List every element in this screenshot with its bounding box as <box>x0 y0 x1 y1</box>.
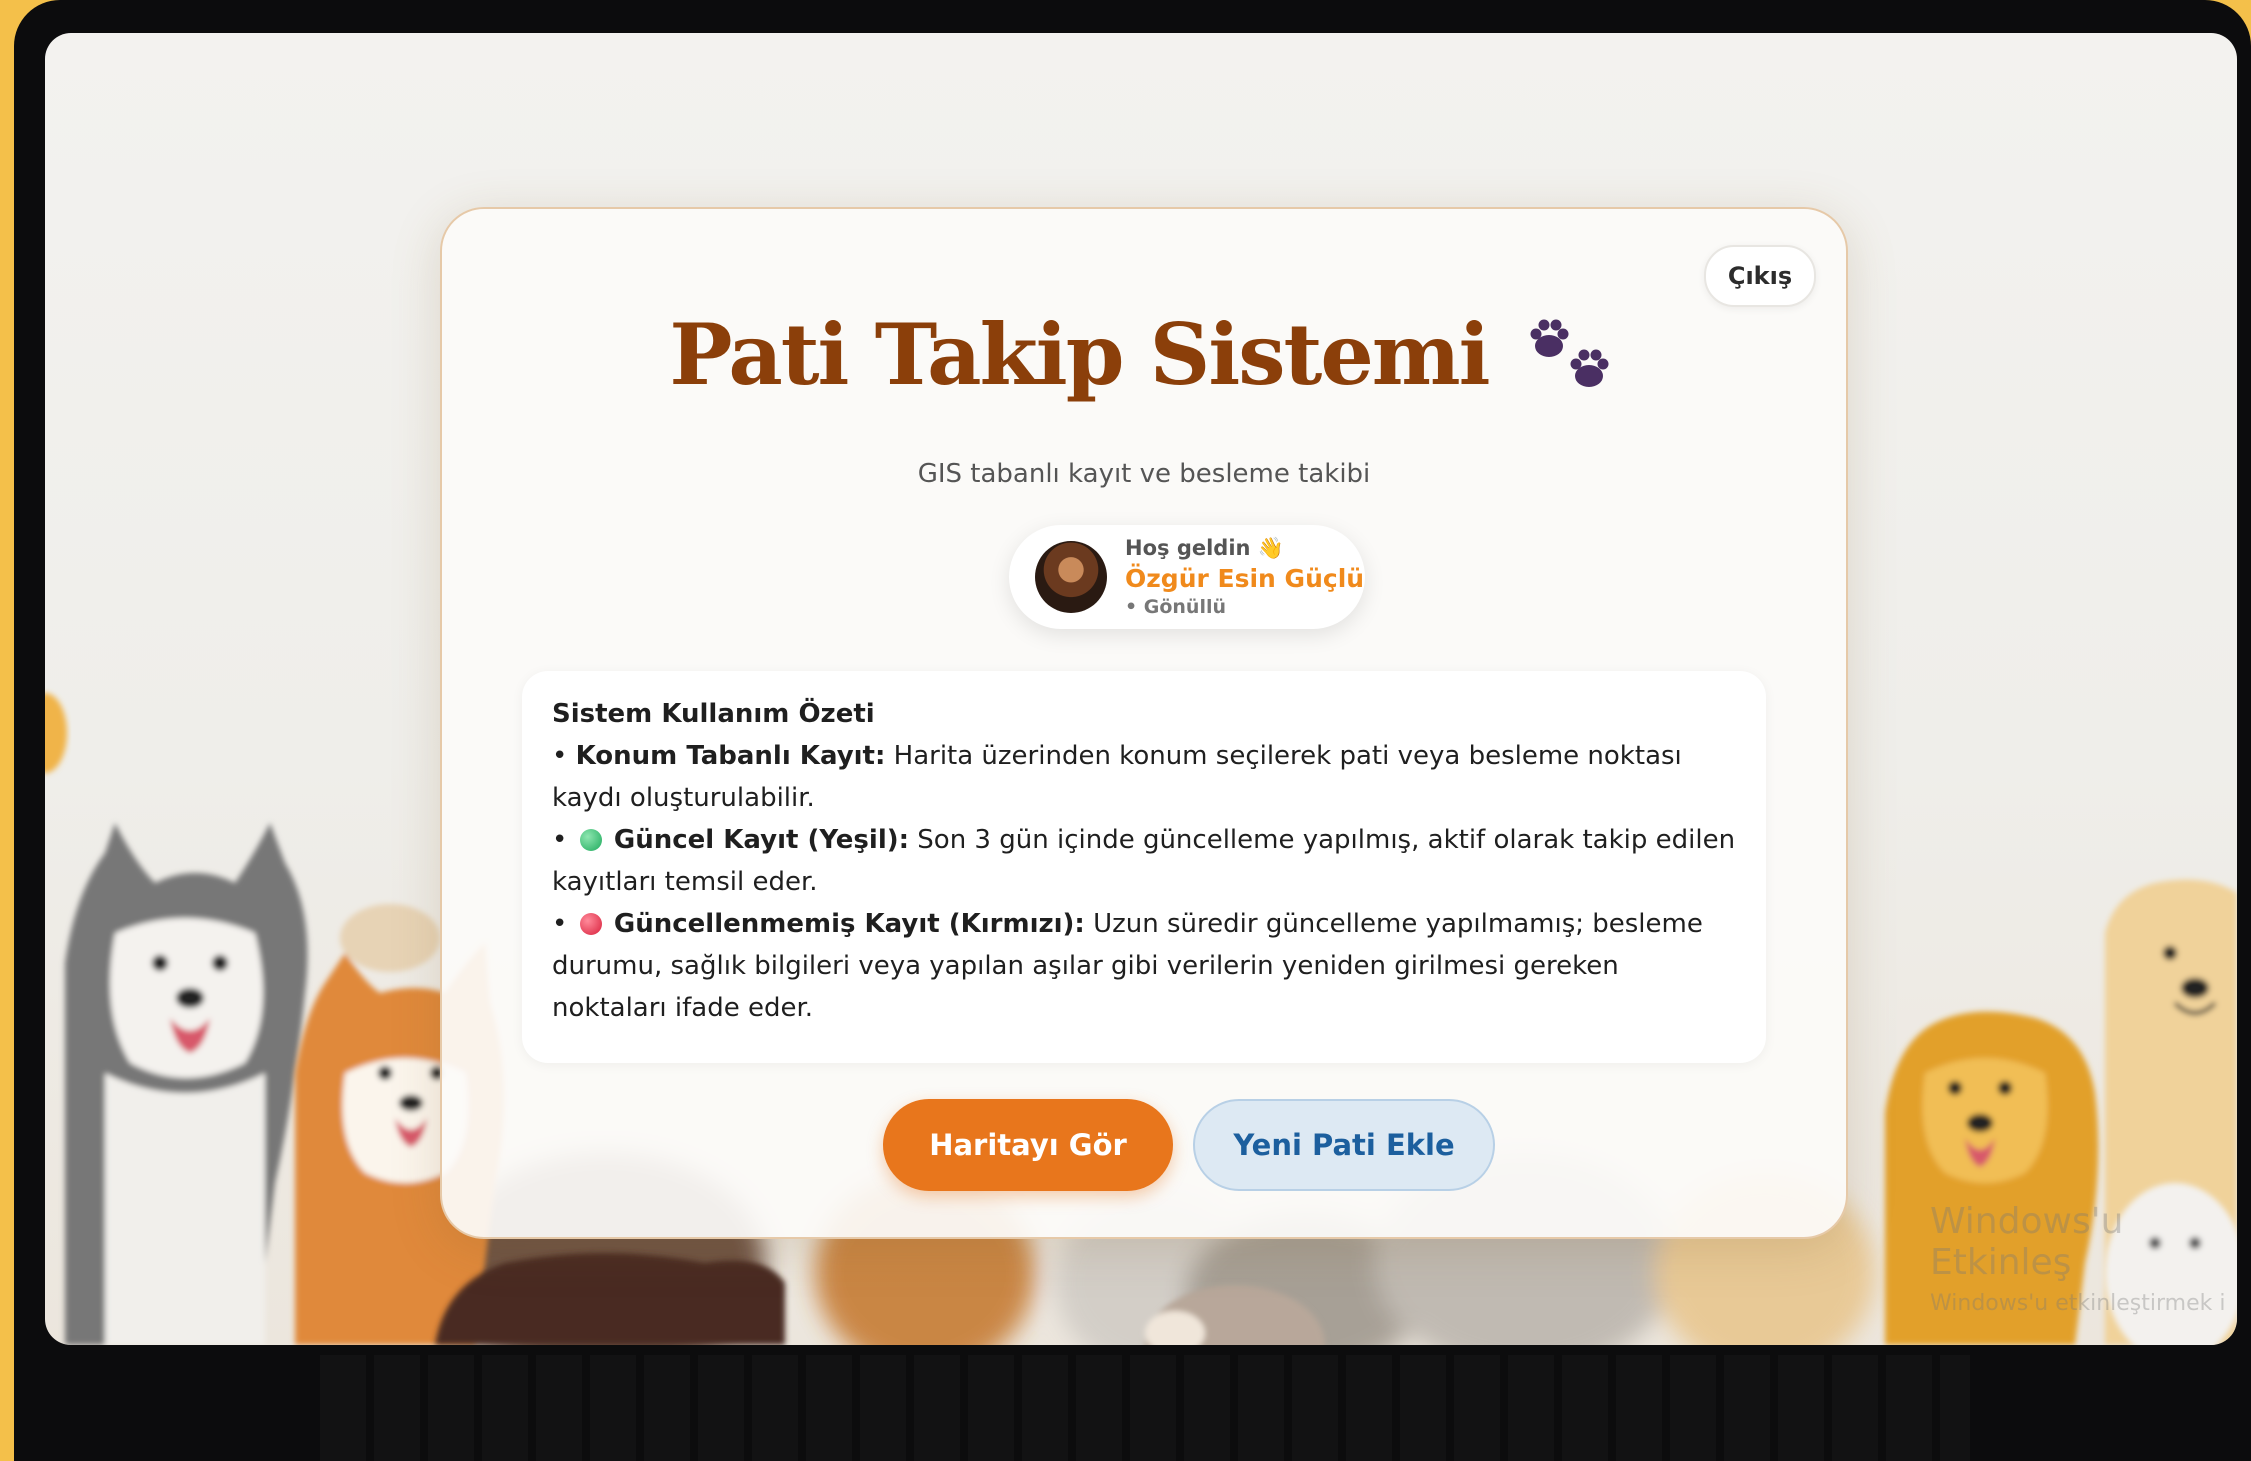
summary-item-current-label: Güncel Kayıt (Yeşil): <box>613 825 910 855</box>
add-new-paw-button[interactable]: Yeni Pati Ekle <box>1193 1099 1495 1191</box>
bullet: • <box>552 825 576 855</box>
logout-button[interactable]: Çıkış <box>1704 245 1816 307</box>
red-circle-icon <box>579 913 602 935</box>
summary-item-outdated-label: Güncellenmemiş Kayıt (Kırmızı): <box>613 909 1085 939</box>
view-map-button[interactable]: Haritayı Gör <box>883 1099 1173 1191</box>
usage-summary-panel: Sistem Kullanım Özeti • Konum Tabanlı Ka… <box>522 671 1766 1063</box>
avatar <box>1035 541 1107 613</box>
summary-heading: Sistem Kullanım Özeti <box>552 699 875 729</box>
screen: Windows'u Etkinleş Windows'u etkinleştir… <box>45 33 2237 1345</box>
green-circle-icon <box>579 829 602 851</box>
summary-item-outdated: • Güncellenmemiş Kayıt (Kırmızı): Uzun s… <box>552 903 1736 1029</box>
watermark-line2: Windows'u etkinleştirmek i <box>1930 1291 2226 1316</box>
user-name: Özgür Esin Güçlü <box>1125 564 1365 593</box>
greeting-text: Hoş geldin 👋 <box>1125 536 1284 560</box>
bullet: • <box>552 741 576 771</box>
title-row: Pati Takip Sistemi <box>442 305 1846 404</box>
summary-item-current: • Güncel Kayıt (Yeşil): Son 3 gün içinde… <box>552 819 1736 903</box>
page-title: Pati Takip Sistemi <box>669 305 1490 404</box>
bullet: • <box>552 909 576 939</box>
watermark-line1: Windows'u Etkinleş <box>1930 1201 2124 1283</box>
laptop-keyboard <box>320 1355 1970 1461</box>
summary-item-location: • Konum Tabanlı Kayıt: Harita üzerinden … <box>552 735 1736 819</box>
page-subtitle: GIS tabanlı kayıt ve besleme takibi <box>917 459 1371 489</box>
user-role: • Gönüllü <box>1125 596 1227 618</box>
paw-prints-icon <box>1530 319 1609 387</box>
main-card: Çıkış Pati Takip Sistemi GIS tabanlı kay… <box>440 207 1848 1239</box>
user-chip: Hoş geldin 👋 Özgür Esin Güçlü • Gönüllü <box>1009 525 1365 629</box>
user-info: Hoş geldin 👋 Özgür Esin Güçlü • Gönüllü <box>1125 536 1364 618</box>
windows-activation-watermark: Windows'u Etkinleş Windows'u etkinleştir… <box>1930 1201 2237 1316</box>
summary-item-location-label: Konum Tabanlı Kayıt: <box>575 741 886 771</box>
